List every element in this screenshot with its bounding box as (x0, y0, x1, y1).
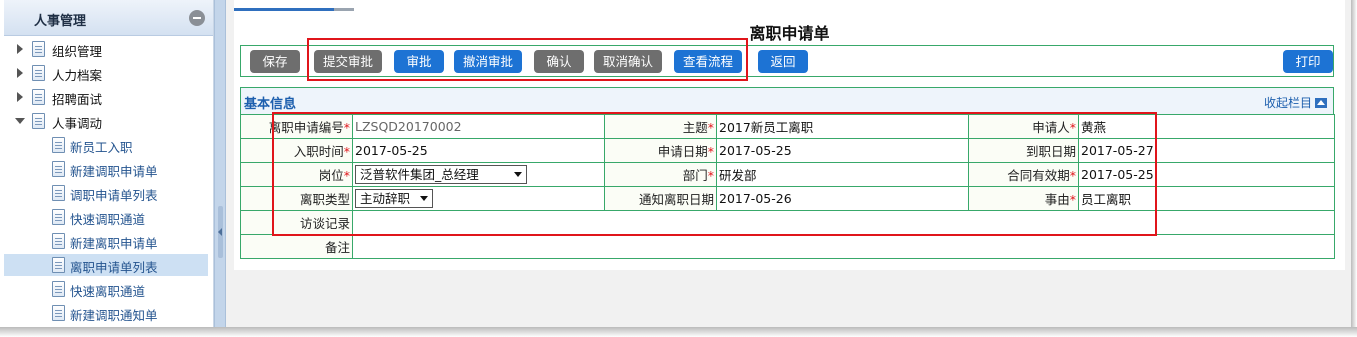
document-icon (32, 89, 45, 105)
sidebar-item-label: 调职申请单列表 (70, 188, 158, 203)
sidebar-item-quick-transfer[interactable]: 快速调职通道 (4, 206, 208, 228)
collapse-section-link[interactable]: 收起栏目 (1264, 94, 1327, 111)
document-icon (52, 257, 65, 273)
sidebar-splitter[interactable] (214, 0, 226, 327)
sidebar-item-label: 新建调职通知单 (70, 308, 158, 323)
sidebar-item-label: 人力档案 (52, 68, 103, 83)
collapse-arrow-icon[interactable] (218, 206, 223, 258)
collapse-minus-icon[interactable] (189, 10, 205, 26)
save-button[interactable]: 保存 (250, 50, 300, 73)
collapse-section-label: 收起栏目 (1263, 96, 1312, 110)
back-button[interactable]: 返回 (758, 50, 808, 73)
document-icon (32, 41, 45, 57)
sidebar-item-transfer[interactable]: 人事调动 (4, 110, 208, 132)
section-header: 基本信息 收起栏目 (240, 87, 1334, 114)
remark-field[interactable] (352, 234, 1335, 259)
document-icon (52, 233, 65, 249)
sidebar: 人事管理 组织管理 人力档案 招聘面试 人事调动 新员工入职 新建调职申请单 调… (4, 0, 214, 327)
section-title: 基本信息 (244, 97, 297, 112)
annotation-box-toolbar (307, 38, 748, 81)
annotation-box-form (272, 112, 1157, 236)
caret-down-icon[interactable] (15, 118, 25, 124)
window-shadow-right (1351, 0, 1357, 337)
sidebar-item-label: 快速调职通道 (70, 212, 146, 227)
document-icon (52, 281, 65, 297)
document-icon (32, 113, 45, 129)
sidebar-item-label: 离职申请单列表 (70, 260, 158, 275)
sidebar-item-hr-archive[interactable]: 人力档案 (4, 62, 208, 84)
remark-label: 备注 (240, 234, 353, 259)
sidebar-item-resign-list[interactable]: 离职申请单列表 (4, 254, 208, 276)
sidebar-item-recruit[interactable]: 招聘面试 (4, 86, 208, 108)
sidebar-item-label: 新建离职申请单 (70, 236, 158, 251)
print-button[interactable]: 打印 (1283, 50, 1333, 73)
sidebar-item-label: 招聘面试 (52, 92, 103, 107)
document-icon (32, 65, 45, 81)
tab-active-indicator (234, 8, 334, 11)
collapse-up-icon[interactable] (1315, 98, 1327, 108)
document-icon (52, 305, 65, 321)
sidebar-item-new-transfer-request[interactable]: 新建调职申请单 (4, 158, 208, 180)
sidebar-header[interactable]: 人事管理 (4, 0, 213, 36)
document-icon (52, 209, 65, 225)
sidebar-item-new-transfer-notice[interactable]: 新建调职通知单 (4, 302, 208, 324)
sidebar-item-label: 新员工入职 (70, 140, 133, 155)
caret-right-icon[interactable] (17, 68, 23, 78)
sidebar-title: 人事管理 (34, 14, 87, 29)
sidebar-item-label: 快速离职通道 (70, 284, 146, 299)
sidebar-item-org[interactable]: 组织管理 (4, 38, 208, 60)
document-icon (52, 161, 65, 177)
window-shadow-bottom (0, 327, 1357, 337)
sidebar-item-label: 人事调动 (52, 116, 103, 131)
sidebar-item-new-resign-request[interactable]: 新建离职申请单 (4, 230, 208, 252)
table-row: 备注 (240, 234, 1335, 259)
caret-right-icon[interactable] (17, 92, 23, 102)
sidebar-item-transfer-list[interactable]: 调职申请单列表 (4, 182, 208, 204)
sidebar-item-quick-resign[interactable]: 快速离职通道 (4, 278, 208, 300)
sidebar-item-label: 组织管理 (52, 44, 103, 59)
caret-right-icon[interactable] (17, 44, 23, 54)
document-icon (52, 185, 65, 201)
document-icon (52, 137, 65, 153)
sidebar-item-new-employee[interactable]: 新员工入职 (4, 134, 208, 156)
sidebar-item-label: 新建调职申请单 (70, 164, 158, 179)
